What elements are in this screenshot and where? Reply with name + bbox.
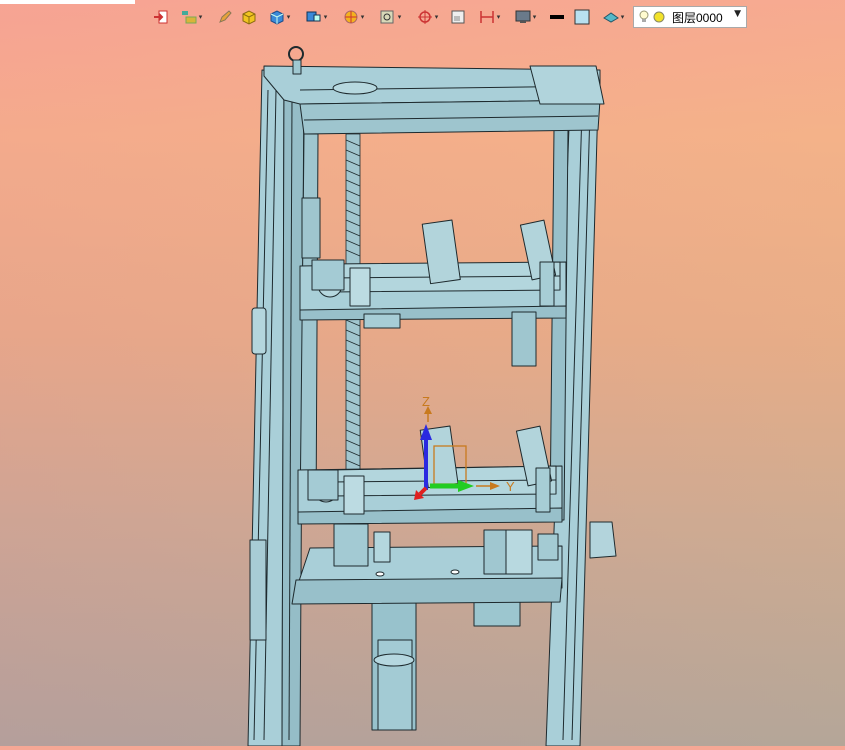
zoom-fit-icon[interactable]: ▾ — [375, 8, 405, 26]
fill-color-icon[interactable] — [573, 8, 591, 26]
lightbulb-icon — [639, 10, 649, 22]
y-axis-label: Y — [506, 479, 515, 494]
chevron-down-icon[interactable]: ▼ — [734, 9, 741, 19]
toolbar: ▾ ▾ ▾ ▾ ▾ ▾ ▾ ▾ ▾ 图层0000 ▼ — [0, 0, 845, 34]
blue-box-icon[interactable]: ▾ — [264, 8, 294, 26]
target-origin-icon[interactable]: ▾ — [412, 8, 442, 26]
cad-model: Z Y — [247, 46, 617, 747]
z-axis-label: Z — [422, 394, 430, 409]
top-plate-right — [529, 65, 605, 105]
render-style-icon[interactable]: ▾ — [598, 8, 628, 26]
yellow-circle-icon — [653, 11, 665, 23]
section-view-icon[interactable]: ▾ — [338, 8, 368, 26]
side-bracket — [589, 521, 617, 559]
dimension-icon[interactable]: ▾ — [475, 8, 503, 26]
pencil-sketch-icon[interactable] — [216, 8, 234, 26]
line-color-icon[interactable] — [548, 8, 566, 26]
view-orientation-icon[interactable]: ▾ — [301, 8, 331, 26]
monitor-display-icon[interactable]: ▾ — [510, 8, 540, 26]
yellow-cube-icon[interactable] — [239, 8, 259, 26]
toolbar-edge — [0, 0, 135, 4]
single-window-icon[interactable] — [449, 8, 467, 26]
layer-name: 图层0000 — [672, 10, 723, 25]
exit-icon[interactable] — [152, 8, 170, 26]
3d-viewport[interactable]: Z Y — [0, 34, 845, 747]
coordinate-triad — [414, 406, 500, 500]
feature-tree-icon[interactable]: ▾ — [177, 8, 205, 26]
layer-select[interactable]: 图层0000 ▼ — [633, 6, 747, 28]
